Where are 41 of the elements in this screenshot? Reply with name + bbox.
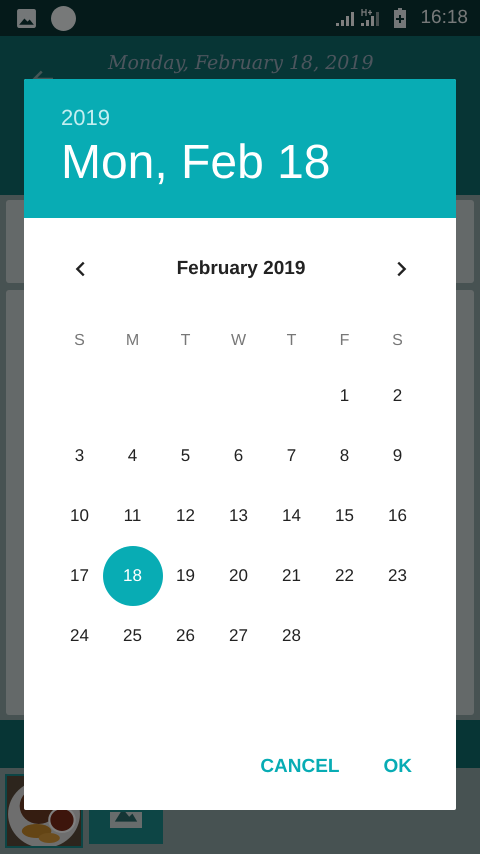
weekday-label: F xyxy=(338,331,350,351)
calendar-day[interactable]: 16 xyxy=(376,486,420,546)
calendar-day[interactable]: 22 xyxy=(322,546,366,606)
calendar-day[interactable]: 21 xyxy=(270,546,314,606)
calendar-day[interactable]: 26 xyxy=(164,606,208,666)
calendar-day[interactable]: 13 xyxy=(216,486,260,546)
image-icon xyxy=(110,812,142,828)
weekday-label: T xyxy=(180,331,192,351)
calendar-day[interactable]: 3 xyxy=(58,426,102,486)
page-title: Monday, February 18, 2019 xyxy=(108,52,374,74)
calendar-day[interactable]: 15 xyxy=(322,486,366,546)
weekday-label: S xyxy=(73,331,86,351)
calendar-day[interactable]: 27 xyxy=(216,606,260,666)
weekday-label: T xyxy=(286,331,298,351)
calendar-day[interactable]: 14 xyxy=(270,486,314,546)
calendar-day[interactable]: 9 xyxy=(376,426,420,486)
calendar-day[interactable]: 11 xyxy=(110,486,154,546)
calendar-day[interactable]: 7 xyxy=(270,426,314,486)
weekday-label: S xyxy=(391,331,404,351)
weekday-label: W xyxy=(230,331,248,351)
calendar-day[interactable]: 25 xyxy=(110,606,154,666)
gallery-icon xyxy=(16,8,37,28)
calendar-day[interactable]: 5 xyxy=(164,426,208,486)
calendar-day[interactable]: 19 xyxy=(164,546,208,606)
calendar-day[interactable]: 10 xyxy=(58,486,102,546)
calendar-day[interactable]: 28 xyxy=(270,606,314,666)
calendar-day[interactable]: 2 xyxy=(376,366,420,426)
notification-dot-icon xyxy=(51,6,76,30)
calendar-day[interactable]: 6 xyxy=(216,426,260,486)
calendar-day[interactable]: 4 xyxy=(110,426,154,486)
calendar-day[interactable]: 12 xyxy=(164,486,208,546)
clock-time: 16:18 xyxy=(420,7,468,29)
calendar-day[interactable]: 24 xyxy=(58,606,102,666)
calendar-day[interactable]: 23 xyxy=(376,546,420,606)
calendar-day[interactable]: 20 xyxy=(216,546,260,606)
battery-charging-icon xyxy=(394,8,406,28)
calendar-day[interactable]: 1 xyxy=(322,366,366,426)
weekday-label: M xyxy=(124,331,140,351)
calendar-day[interactable]: 17 xyxy=(58,546,102,606)
calendar-day[interactable]: 8 xyxy=(322,426,366,486)
month-title: February 2019 xyxy=(176,258,306,280)
